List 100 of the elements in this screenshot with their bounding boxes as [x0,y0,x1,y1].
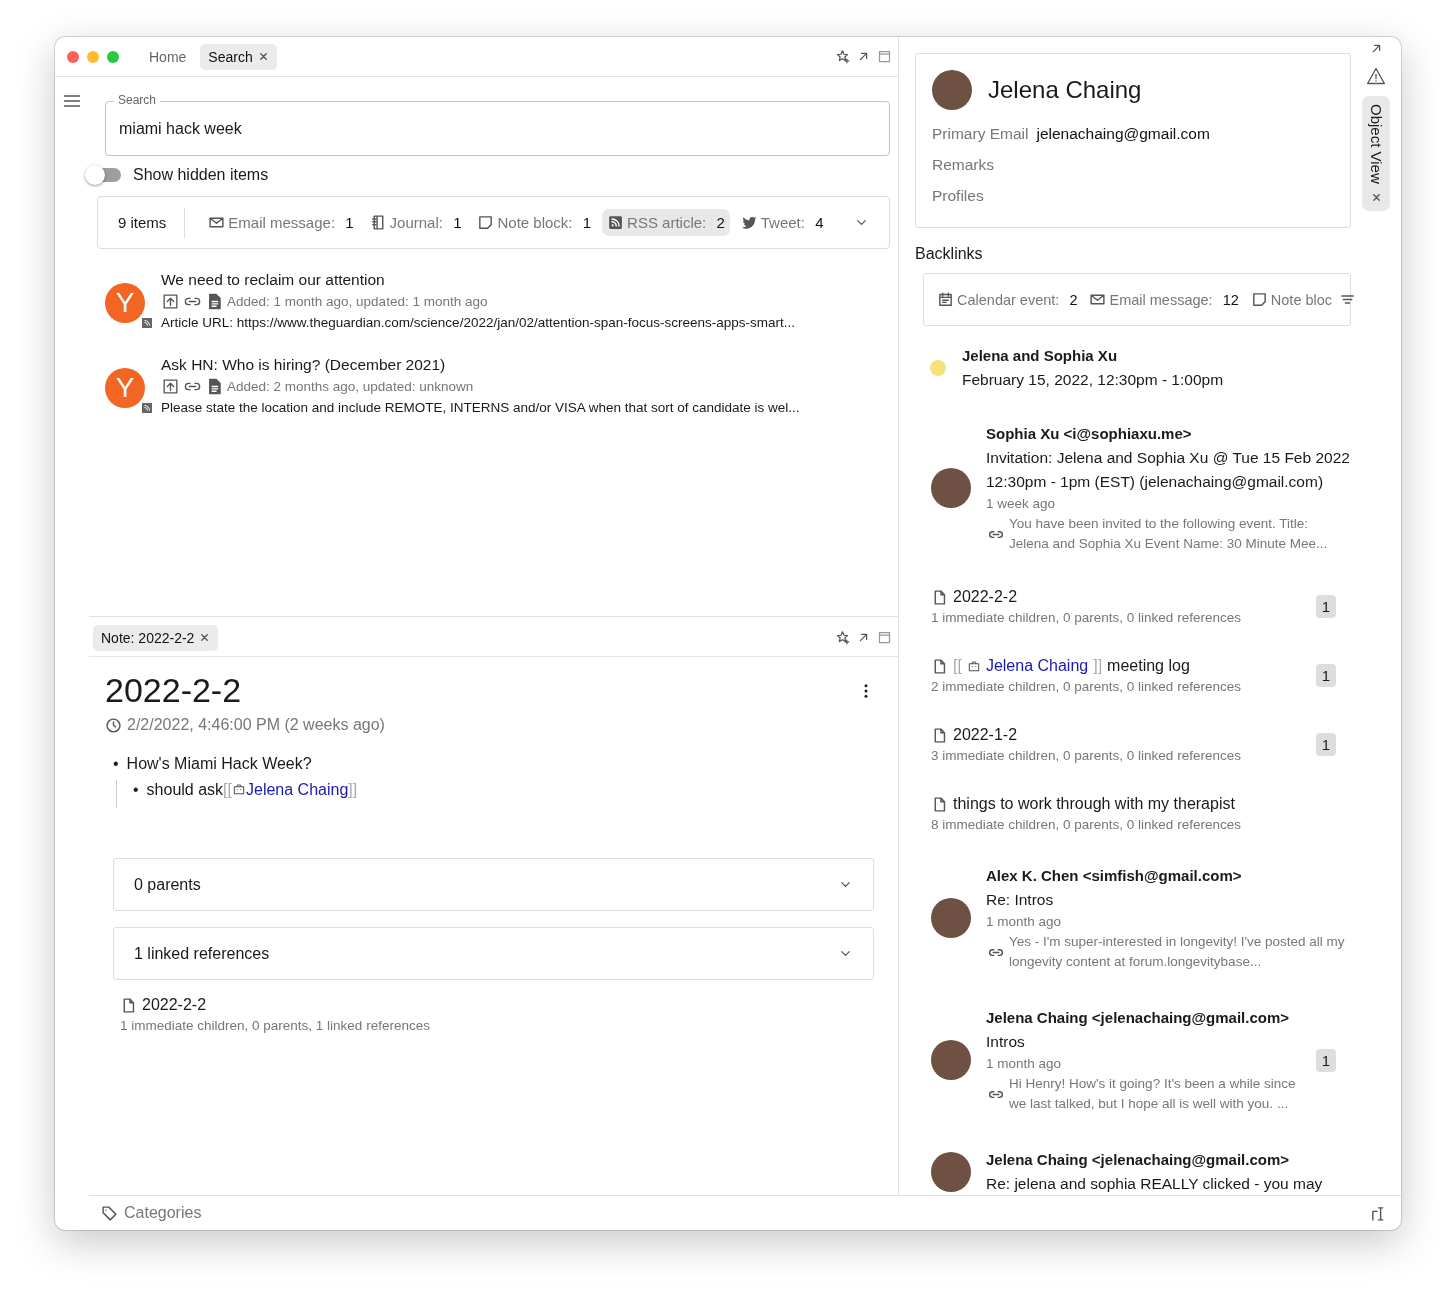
search-result[interactable]: Y Ask HN: Who is hiring? (December 2021) Added: 2 months ago, updated: unknown Please state the location and include REMOTE, INTERNS and/or VISA when that sort of candidate is wel... [105,356,890,415]
contact-icon [966,659,981,673]
field-label: Profiles [932,186,984,205]
bullet-marker: • [113,755,119,772]
close-icon[interactable] [199,632,211,643]
backlink-item[interactable]: Alex K. Chen <simfish@gmail.com> Re: Intros 1 month ago Yes - I'm super-interested in longevity! I've posted all my longevity content at forum.longevitybase... [915,864,1351,972]
window-icon[interactable] [877,49,892,64]
bullet-text: How's Miami Hack Week? [126,755,312,772]
clock-icon [105,716,122,734]
filter-chip[interactable]: Calendar event: 2 [932,286,1083,313]
note-icon [477,214,495,231]
email-subject: Invitation: Jelena and Sophia Xu @ Tue 15 Feb 2022 12:30pm - 1pm (EST) (jelenachaing@gmail.com) [986,448,1351,492]
bullet-text: should ask [146,781,224,798]
count-badge: 1 [1315,733,1336,756]
backlink-item[interactable]: 2022-2-2 1 immediate children, 0 parents, 0 linked references 1 [915,588,1351,625]
result-snippet: Please state the location and include REMOTE, INTERNS and/or VISA when that sort of candidate is wel... [161,400,800,415]
source-avatar: Y [105,368,145,408]
close-window-button[interactable] [67,50,79,63]
filter-chip[interactable]: Email message: 12 [1084,286,1244,313]
avatar-photo [932,70,972,110]
contact-icon [232,782,246,796]
email-sender: Jelena Chaing <jelenachaing@gmail.com> [986,1150,1291,1170]
result-title: Ask HN: Who is hiring? (December 2021) [161,356,447,374]
link-bracket: ]] [348,781,358,798]
note-meta: 1 immediate children, 0 parents, 0 linked references [931,610,1242,625]
field-value: jelenachaing@gmail.com [1036,124,1210,143]
result-meta: Added: 1 month ago, updated: 1 month ago [227,294,488,309]
field-label: Remarks [932,155,994,174]
tab[interactable]: Search [200,43,277,70]
avatar-photo [931,1040,971,1080]
avatar-photo [931,1152,971,1192]
note-title: 2022-2-2 [953,588,1018,606]
side-tab[interactable]: Object View [1362,96,1390,211]
count-badge: 1 [1315,595,1336,618]
rss-badge-icon [141,317,153,329]
backlink-item[interactable]: Jelena and Sophia Xu February 15, 2022, 12:30pm - 1:00pm [915,344,1351,392]
reference-title[interactable]: 2022-2-2 [142,996,207,1014]
avatar-photo [931,468,971,508]
star-icon[interactable] [835,49,850,64]
filter-chip[interactable]: Journal: 1 [364,209,467,236]
calendar-icon [937,291,954,308]
tag-icon [101,1204,118,1222]
section-heading: Backlinks [915,245,984,263]
backlink-item[interactable]: Jelena Chaing <jelenachaing@gmail.com> Re: jelena and sophia REALLY clicked - you may [915,1148,1351,1195]
accordion-header[interactable]: 0 parents [113,858,874,911]
filter-chip[interactable]: Tweet: 4 [735,209,829,236]
rss-badge-icon [141,402,153,414]
more-icon[interactable] [862,681,870,700]
open-icon[interactable] [161,377,180,396]
backlink-item[interactable]: things to work through with my therapist 8 immediate children, 0 parents, 0 linked references [915,795,1351,832]
note-title: meeting log [1107,657,1190,675]
backlink-item[interactable]: Jelena Chaing <jelenachaing@gmail.com> Intros 1 month ago Hi Henry! How's it going? It's been a while since we last talked, but I hope all is well with you. ... 1 [915,1006,1351,1114]
avatar-photo [931,898,971,938]
accordion-header[interactable]: 1 linked references [113,927,874,980]
email-subject: Re: jelena and sophia REALLY clicked - you may [986,1174,1324,1194]
close-icon[interactable] [257,51,269,62]
toggle-label: Show hidden items [133,166,269,184]
page-link[interactable]: Jelena Chaing [246,781,349,798]
result-snippet: Article URL: https://www.theguardian.com/science/2022/jan/02/attention-span-focus-screens-apps-smart... [161,315,796,330]
link-bracket: [[ [223,781,232,798]
event-title: Jelena and Sophia Xu [962,346,1119,366]
email-time: 1 month ago [986,1055,1063,1073]
email-sender: Jelena Chaing <jelenachaing@gmail.com> [986,1008,1291,1028]
filter-chip[interactable]: Note block: 1 [472,209,597,236]
email-subject: Intros [986,1032,1026,1052]
warning-icon[interactable] [1366,66,1386,86]
email-sender: Sophia Xu <i@sophiaxu.me> [986,424,1193,444]
filter-chip[interactable]: Note bloc [1245,286,1338,313]
close-icon[interactable] [1370,191,1382,203]
contact-name: Jelena Chaing [988,76,1142,104]
link-bracket: [[ [953,657,962,675]
email-sender: Alex K. Chen <simfish@gmail.com> [986,866,1243,886]
link-bracket: ]] [1093,657,1103,675]
search-field[interactable]: Search miami hack week [105,93,890,156]
tab[interactable]: Note: 2022-2-2 [93,624,219,651]
filter-chip[interactable]: RSS article: 2 [602,209,730,236]
page-link[interactable]: Jelena Chaing [985,657,1089,675]
note-title: things to work through with my therapist [953,795,1235,813]
toggle-switch[interactable] [87,168,121,182]
note-meta: 2 immediate children, 0 parents, 0 linked references [931,679,1242,694]
note-meta: 8 immediate children, 0 parents, 0 linked references [931,817,1242,832]
backlink-item[interactable]: [[ Jelena Chaing ]] meeting log 2 immediate children, 0 parents, 0 linked references 1 [915,657,1351,694]
count-badge: 1 [1315,1048,1336,1072]
filter-chip[interactable]: Email message: 1 [203,209,359,236]
window-icon[interactable] [877,630,892,645]
open-icon[interactable] [161,292,180,311]
note-title: 2022-1-2 [953,726,1018,744]
star-icon[interactable] [835,630,850,645]
note-date: 2/2/2022, 4:46:00 PM (2 weeks ago) [127,716,385,734]
email-snippet: Hi Henry! How's it going? It's been a while since we last talked, but I hope all is well with you. ... [1009,1075,1297,1113]
categories-button[interactable]: Categories [124,1204,202,1222]
email-subject: Re: Intros [986,890,1055,910]
tab[interactable]: Home [141,43,195,70]
search-result[interactable]: Y We need to reclaim our attention Added: 1 month ago, updated: 1 month ago Article URL: https://www.theguardian.com/science/2022/jan/02/attention-span-focus-screens-apps-smart... [105,271,890,330]
reference-meta: 1 immediate children, 0 parents, 1 linked references [120,1018,431,1033]
note-icon [1250,291,1268,308]
backlink-item[interactable]: 2022-1-2 3 immediate children, 0 parents, 0 linked references 1 [915,726,1351,763]
result-title: We need to reclaim our attention [161,271,386,289]
email-time: 1 month ago [986,913,1063,931]
bullet-marker: • [133,781,139,798]
